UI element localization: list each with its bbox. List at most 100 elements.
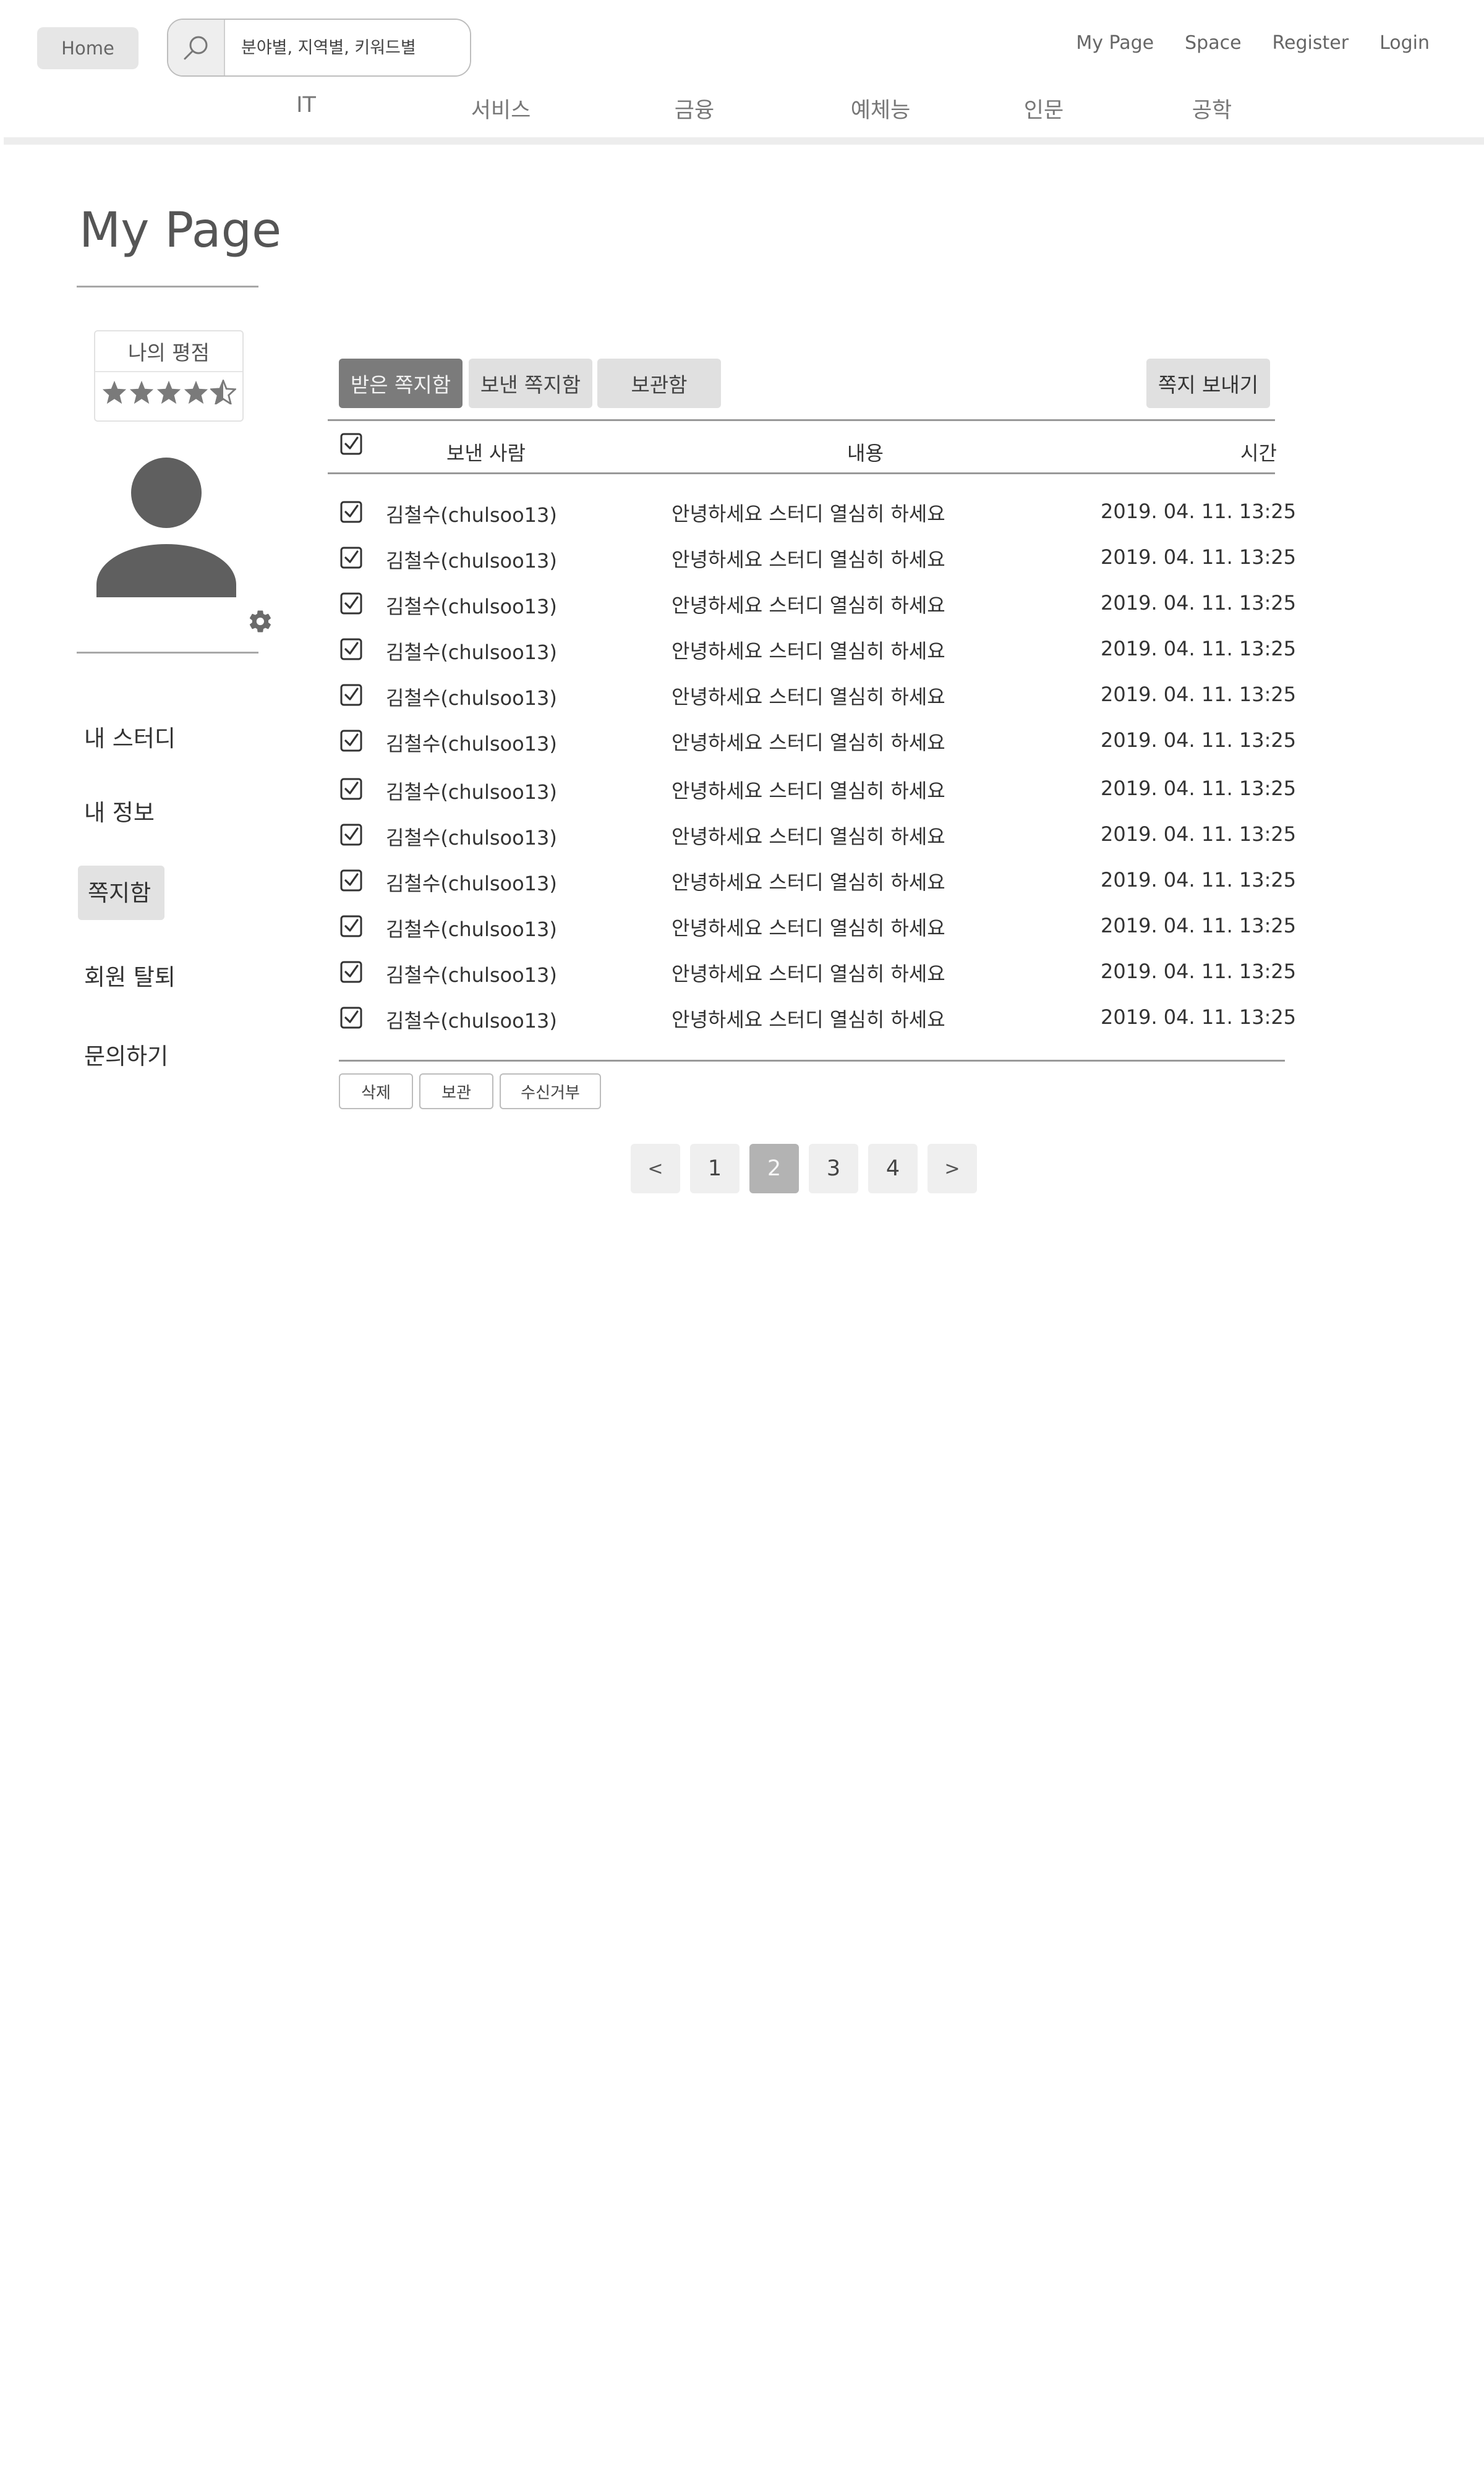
table-top-rule <box>328 419 1275 421</box>
top-links: My Page Space Register Login <box>1045 32 1430 54</box>
row-checkbox[interactable] <box>340 501 362 523</box>
sidebar-item-inquiry[interactable]: 문의하기 <box>84 1038 168 1071</box>
search-bar <box>167 19 471 77</box>
search-input[interactable] <box>225 20 470 75</box>
row-content[interactable]: 안녕하세요 스터디 열심히 하세요 <box>672 681 945 710</box>
gear-icon[interactable] <box>247 608 273 634</box>
row-checkbox[interactable] <box>340 684 362 706</box>
category-nav: IT 서비스 금융 예체능 인문 공학 <box>0 93 1484 130</box>
column-header-time: 시간 <box>1240 441 1277 465</box>
row-time: 2019. 04. 11. 13:25 <box>1101 914 1297 937</box>
row-checkbox[interactable] <box>340 638 362 660</box>
row-sender[interactable]: 김철수(chulsoo13) <box>386 960 557 988</box>
sidebar-item-my-info[interactable]: 내 정보 <box>84 794 155 827</box>
row-content[interactable]: 안녕하세요 스터디 열심히 하세요 <box>672 590 945 618</box>
column-header-content: 내용 <box>847 441 884 465</box>
row-time: 2019. 04. 11. 13:25 <box>1101 591 1297 615</box>
row-time: 2019. 04. 11. 13:25 <box>1101 500 1297 523</box>
row-content[interactable]: 안녕하세요 스터디 열심히 하세요 <box>672 775 945 804</box>
store-button[interactable]: 보관 <box>419 1073 493 1109</box>
tab-sent[interactable]: 보낸 쪽지함 <box>469 359 592 408</box>
nav-item-humanities[interactable]: 인문 <box>1024 93 1064 124</box>
nav-item-service[interactable]: 서비스 <box>471 93 531 124</box>
row-checkbox[interactable] <box>340 1007 362 1029</box>
pagination-page-2[interactable]: 2 <box>749 1144 799 1193</box>
row-time: 2019. 04. 11. 13:25 <box>1101 868 1297 892</box>
row-time: 2019. 04. 11. 13:25 <box>1101 728 1297 752</box>
login-link[interactable]: Login <box>1380 32 1430 54</box>
title-divider <box>77 286 258 288</box>
nav-divider <box>4 137 1484 145</box>
row-time: 2019. 04. 11. 13:25 <box>1101 1005 1297 1029</box>
space-link[interactable]: Space <box>1185 32 1241 54</box>
table-header-rule <box>328 472 1275 474</box>
rating-label: 나의 평점 <box>95 331 242 372</box>
nav-item-engineering[interactable]: 공학 <box>1192 93 1232 124</box>
nav-item-it[interactable]: IT <box>296 93 316 117</box>
select-all-checkbox[interactable] <box>340 433 362 455</box>
row-checkbox[interactable] <box>340 824 362 846</box>
rating-card: 나의 평점 <box>94 330 244 422</box>
row-checkbox[interactable] <box>340 547 362 569</box>
page-title: My Page <box>79 203 282 258</box>
register-link[interactable]: Register <box>1273 32 1349 54</box>
row-checkbox[interactable] <box>340 730 362 752</box>
home-button[interactable]: Home <box>37 27 139 69</box>
row-sender[interactable]: 김철수(chulsoo13) <box>386 500 557 528</box>
row-time: 2019. 04. 11. 13:25 <box>1101 960 1297 983</box>
row-time: 2019. 04. 11. 13:25 <box>1101 683 1297 706</box>
row-content[interactable]: 안녕하세요 스터디 열심히 하세요 <box>672 913 945 941</box>
table-bottom-rule <box>339 1060 1285 1062</box>
row-sender[interactable]: 김철수(chulsoo13) <box>386 728 557 757</box>
sidebar-item-my-study[interactable]: 내 스터디 <box>84 720 176 753</box>
row-content[interactable]: 안녕하세요 스터디 열심히 하세요 <box>672 498 945 527</box>
row-content[interactable]: 안녕하세요 스터디 열심히 하세요 <box>672 636 945 664</box>
row-sender[interactable]: 김철수(chulsoo13) <box>386 914 557 942</box>
row-time: 2019. 04. 11. 13:25 <box>1101 777 1297 800</box>
row-content[interactable]: 안녕하세요 스터디 열심히 하세요 <box>672 544 945 573</box>
user-avatar-icon <box>96 458 236 597</box>
sidebar-item-messages[interactable]: 쪽지함 <box>78 866 165 920</box>
pagination-page-4[interactable]: 4 <box>868 1144 918 1193</box>
tab-storage[interactable]: 보관함 <box>597 359 721 408</box>
row-content[interactable]: 안녕하세요 스터디 열심히 하세요 <box>672 958 945 987</box>
row-content[interactable]: 안녕하세요 스터디 열심히 하세요 <box>672 867 945 895</box>
star-icon <box>184 380 208 404</box>
row-sender[interactable]: 김철수(chulsoo13) <box>386 868 557 897</box>
delete-button[interactable]: 삭제 <box>339 1073 413 1109</box>
my-page-link[interactable]: My Page <box>1076 32 1154 54</box>
search-icon[interactable] <box>168 20 225 75</box>
nav-item-arts[interactable]: 예체능 <box>851 93 911 124</box>
pagination-page-1[interactable]: 1 <box>690 1144 740 1193</box>
profile-divider <box>77 652 258 654</box>
pagination-page-3[interactable]: 3 <box>809 1144 858 1193</box>
row-checkbox[interactable] <box>340 869 362 892</box>
column-header-sender: 보낸 사람 <box>446 441 526 465</box>
rating-stars <box>95 372 242 404</box>
row-checkbox[interactable] <box>340 778 362 800</box>
pagination-next[interactable]: > <box>927 1144 977 1193</box>
row-checkbox[interactable] <box>340 915 362 937</box>
row-sender[interactable]: 김철수(chulsoo13) <box>386 683 557 711</box>
send-message-button[interactable]: 쪽지 보내기 <box>1146 359 1270 408</box>
row-time: 2019. 04. 11. 13:25 <box>1101 822 1297 846</box>
row-checkbox[interactable] <box>340 592 362 615</box>
row-sender[interactable]: 김철수(chulsoo13) <box>386 1005 557 1034</box>
row-checkbox[interactable] <box>340 961 362 983</box>
pagination-prev[interactable]: < <box>631 1144 680 1193</box>
row-sender[interactable]: 김철수(chulsoo13) <box>386 822 557 851</box>
row-content[interactable]: 안녕하세요 스터디 열심히 하세요 <box>672 1004 945 1033</box>
row-sender[interactable]: 김철수(chulsoo13) <box>386 637 557 665</box>
row-sender[interactable]: 김철수(chulsoo13) <box>386 591 557 620</box>
row-sender[interactable]: 김철수(chulsoo13) <box>386 545 557 574</box>
row-content[interactable]: 안녕하세요 스터디 열심히 하세요 <box>672 727 945 756</box>
row-time: 2019. 04. 11. 13:25 <box>1101 545 1297 569</box>
block-button[interactable]: 수신거부 <box>500 1073 601 1109</box>
star-icon <box>129 380 154 404</box>
row-sender[interactable]: 김철수(chulsoo13) <box>386 777 557 805</box>
star-icon <box>156 380 181 404</box>
sidebar-item-withdraw[interactable]: 회원 탈퇴 <box>84 958 176 992</box>
nav-item-finance[interactable]: 금융 <box>675 93 714 124</box>
tab-received[interactable]: 받은 쪽지함 <box>339 359 463 408</box>
row-content[interactable]: 안녕하세요 스터디 열심히 하세요 <box>672 821 945 850</box>
